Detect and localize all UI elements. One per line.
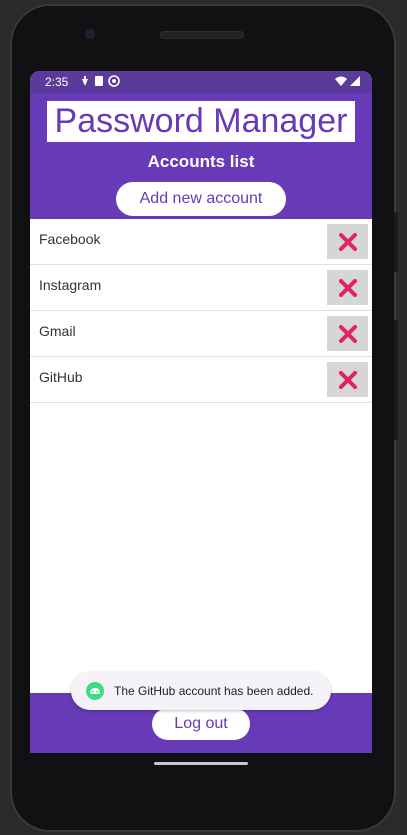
delete-account-button[interactable] [327, 316, 368, 351]
accounts-list-heading: Accounts list [147, 152, 255, 171]
volume-button [394, 212, 398, 272]
connectivity-icons [334, 75, 362, 90]
account-row[interactable]: Facebook [30, 219, 372, 265]
account-row[interactable]: Gmail [30, 311, 372, 357]
status-bar: 2:35 [30, 71, 372, 93]
close-icon [338, 324, 357, 343]
delete-account-button[interactable] [327, 362, 368, 397]
delete-account-button[interactable] [327, 224, 368, 259]
android-icon [86, 682, 104, 700]
close-icon [338, 278, 357, 297]
android-glyph [90, 688, 100, 694]
toast-notification: The GitHub account has been added. [71, 672, 331, 710]
front-camera [85, 29, 95, 39]
close-icon [338, 232, 357, 251]
add-new-account-button[interactable]: Add new account [116, 182, 286, 216]
notification-icons [80, 75, 124, 90]
account-row[interactable]: GitHub [30, 357, 372, 403]
navigation-handle[interactable] [154, 762, 248, 765]
toast-message: The GitHub account has been added. [114, 684, 314, 698]
delete-account-button[interactable] [327, 270, 368, 305]
account-name: Facebook [39, 231, 101, 247]
notification-icon-group [82, 75, 120, 87]
power-button [394, 320, 398, 440]
account-name: Gmail [39, 323, 76, 339]
wifi-signal-icon [335, 76, 360, 86]
app-title: Password Manager [47, 101, 355, 142]
account-list: Facebook Instagram Gmail GitHub [30, 219, 372, 403]
earpiece-speaker [160, 31, 244, 39]
account-name: Instagram [39, 277, 102, 293]
app-screen: 2:35 Password Manager Accounts list Add … [30, 71, 372, 753]
account-name: GitHub [39, 369, 83, 385]
close-icon [338, 370, 357, 389]
app-header: Password Manager Accounts list Add new a… [30, 93, 372, 219]
status-time: 2:35 [45, 75, 69, 89]
log-out-button[interactable]: Log out [152, 708, 250, 740]
account-row[interactable]: Instagram [30, 265, 372, 311]
